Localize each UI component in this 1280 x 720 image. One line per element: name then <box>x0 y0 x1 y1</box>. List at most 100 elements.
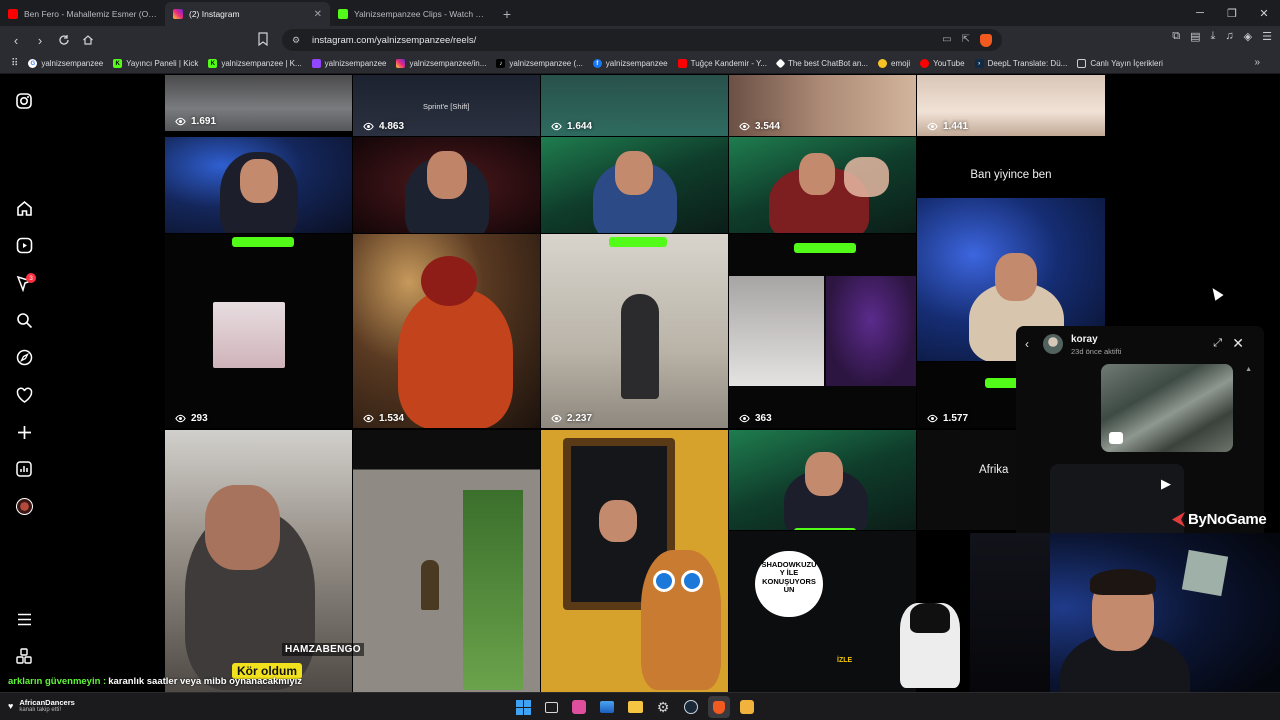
explore-icon[interactable] <box>14 347 34 367</box>
reel-tile[interactable] <box>353 137 540 233</box>
dancer-figure <box>621 294 659 399</box>
threads-icon[interactable] <box>14 646 34 666</box>
settings-icon[interactable]: ⚙ <box>652 696 674 718</box>
reel-tile[interactable]: 1.534 <box>353 234 540 428</box>
scroll-up-icon[interactable]: ▲ <box>1245 366 1252 373</box>
twitch-icon <box>311 59 321 68</box>
reel-tile[interactable]: 1.644 <box>541 75 728 136</box>
tab-kick[interactable]: Yalnizsempanzee Clips - Watch Live o... <box>330 2 495 26</box>
streamer-face <box>805 452 843 496</box>
shared-video-thumbnail[interactable] <box>1101 364 1233 452</box>
reel-tile[interactable] <box>165 137 352 233</box>
brave-browser-icon[interactable] <box>708 696 730 718</box>
reload-button[interactable] <box>54 30 74 50</box>
reel-tile[interactable]: 3.544 <box>729 75 916 136</box>
reel-tile[interactable] <box>729 430 916 530</box>
file-explorer-icon[interactable] <box>624 696 646 718</box>
notifications-heart-icon[interactable] <box>14 385 34 405</box>
media-icon[interactable]: ♫ <box>1225 30 1233 43</box>
bookmark-item[interactable]: The best ChatBot an... <box>772 58 873 69</box>
extensions-icon[interactable]: ⧉ <box>1172 30 1180 43</box>
sidebar-icon[interactable]: ▤ <box>1190 30 1200 43</box>
bookmark-item[interactable]: Kyalnizsempanzee | K... <box>203 59 306 68</box>
downloads-icon[interactable]: ⤓ <box>1211 30 1216 43</box>
address-toolbar: ‹ › ⚙ instagram.com/yalnizsempanzee/reel… <box>0 26 1280 54</box>
brave-shields-icon[interactable] <box>980 33 992 47</box>
steam-icon[interactable] <box>680 696 702 718</box>
photos-icon[interactable] <box>596 696 618 718</box>
tab-instagram[interactable]: (2) Instagram ✕ <box>165 2 330 26</box>
site-info-icon[interactable]: ⚙ <box>292 35 304 46</box>
search-icon[interactable] <box>14 310 34 330</box>
vpn-icon[interactable]: ◈ <box>1244 30 1252 43</box>
reel-tile[interactable]: SHADOWKUZU Y İLE KONUŞUYORS UN İZLE <box>729 531 916 692</box>
waving-hand <box>844 157 889 197</box>
minimize-icon[interactable]: ─ <box>1184 0 1216 26</box>
close-icon[interactable]: ✕ <box>1232 335 1244 352</box>
avatar[interactable] <box>1043 334 1063 354</box>
shared-reel-preview[interactable]: ▶ <box>1050 464 1184 541</box>
windows-start-icon[interactable] <box>512 696 534 718</box>
forward-button[interactable]: › <box>30 30 50 50</box>
racer-figure <box>398 289 513 428</box>
bookmark-item[interactable]: f yalnizsempanzee <box>588 59 673 68</box>
tab-youtube[interactable]: Ben Fero - Mahallemiz Esmer (Offici... <box>0 2 165 26</box>
task-view-icon[interactable] <box>540 696 562 718</box>
create-icon[interactable] <box>14 422 34 442</box>
more-bookmarks-icon[interactable]: » <box>1254 57 1260 68</box>
home-icon[interactable] <box>14 198 34 218</box>
reel-tile[interactable]: Ban yiyince ben <box>917 137 1105 197</box>
bookmark-item[interactable]: yalnizsempanzee <box>307 59 392 68</box>
dashboard-icon[interactable] <box>14 459 34 479</box>
follow-alert: ♥ AfricanDancers kanalı takip etti! <box>8 698 75 713</box>
reels-icon[interactable] <box>14 235 34 255</box>
home-button[interactable] <box>78 30 98 50</box>
bookmark-item[interactable]: K Yayıncı Paneli | Kick <box>108 59 203 68</box>
bookmark-page-icon[interactable] <box>258 32 268 51</box>
eye-icon <box>739 122 750 131</box>
new-tab-button[interactable]: + <box>495 2 519 26</box>
apps-icon[interactable]: ⠿ <box>6 58 23 69</box>
back-arrow-icon[interactable]: ‹ <box>1025 337 1029 351</box>
reel-tile[interactable]: 1.691 <box>165 75 352 131</box>
bookmark-item[interactable]: emoji <box>873 59 915 68</box>
reel-tile[interactable] <box>729 137 916 233</box>
maximize-icon[interactable]: ❐ <box>1216 0 1248 26</box>
bookmark-item[interactable]: › DeepL Translate: Dü... <box>970 59 1073 68</box>
reel-tile[interactable]: 363 <box>729 234 916 428</box>
bookmark-folder[interactable]: Canlı Yayın İçerikleri <box>1072 59 1168 68</box>
reel-tile[interactable] <box>541 430 728 692</box>
reel-tile[interactable] <box>353 430 540 692</box>
view-count: 1.691 <box>175 116 216 127</box>
instagram-logo-icon[interactable] <box>14 91 34 111</box>
cast-icon[interactable]: ▭ <box>942 34 951 47</box>
youtube-icon <box>8 9 18 19</box>
bookmark-item[interactable]: Tuğçe Kandemir - Y... <box>673 59 772 68</box>
reel-tile[interactable]: 1.441 <box>917 75 1105 136</box>
snipping-tool-icon[interactable] <box>568 696 590 718</box>
bookmark-item[interactable]: YouTube <box>915 59 969 68</box>
expand-icon[interactable]: ⤢ <box>1213 337 1222 350</box>
reel-title-text: Ban yiyince ben <box>970 169 1052 181</box>
close-window-icon[interactable]: ✕ <box>1248 0 1280 26</box>
kick-icon <box>338 9 348 19</box>
more-menu-icon[interactable] <box>14 609 34 629</box>
kick-badge <box>609 237 667 247</box>
kick-icon: K <box>208 59 218 68</box>
share-icon[interactable]: ⇱ <box>962 34 970 47</box>
bookmark-item[interactable]: ♪ yalnizsempanzee (... <box>491 59 587 68</box>
instagram-icon <box>173 9 183 19</box>
back-button[interactable]: ‹ <box>6 30 26 50</box>
reel-tile[interactable]: Sprint'e [Shift] 4.863 <box>353 75 540 136</box>
reel-tile[interactable] <box>541 137 728 233</box>
url-field[interactable]: ⚙ instagram.com/yalnizsempanzee/reels/ ▭… <box>282 29 1002 51</box>
bookmark-item[interactable]: yalnizsempanzee/in... <box>391 59 491 68</box>
reel-tile[interactable]: 293 <box>165 234 352 428</box>
close-tab-icon[interactable]: ✕ <box>314 9 322 20</box>
bookmark-item[interactable]: Gyalnizsempanzee <box>23 59 108 68</box>
media-player-icon[interactable] <box>736 696 758 718</box>
notification-badge: 3 <box>26 273 36 283</box>
profile-avatar[interactable] <box>14 496 34 516</box>
menu-icon[interactable]: ☰ <box>1262 30 1272 43</box>
reel-tile[interactable]: 2.237 <box>541 234 728 428</box>
